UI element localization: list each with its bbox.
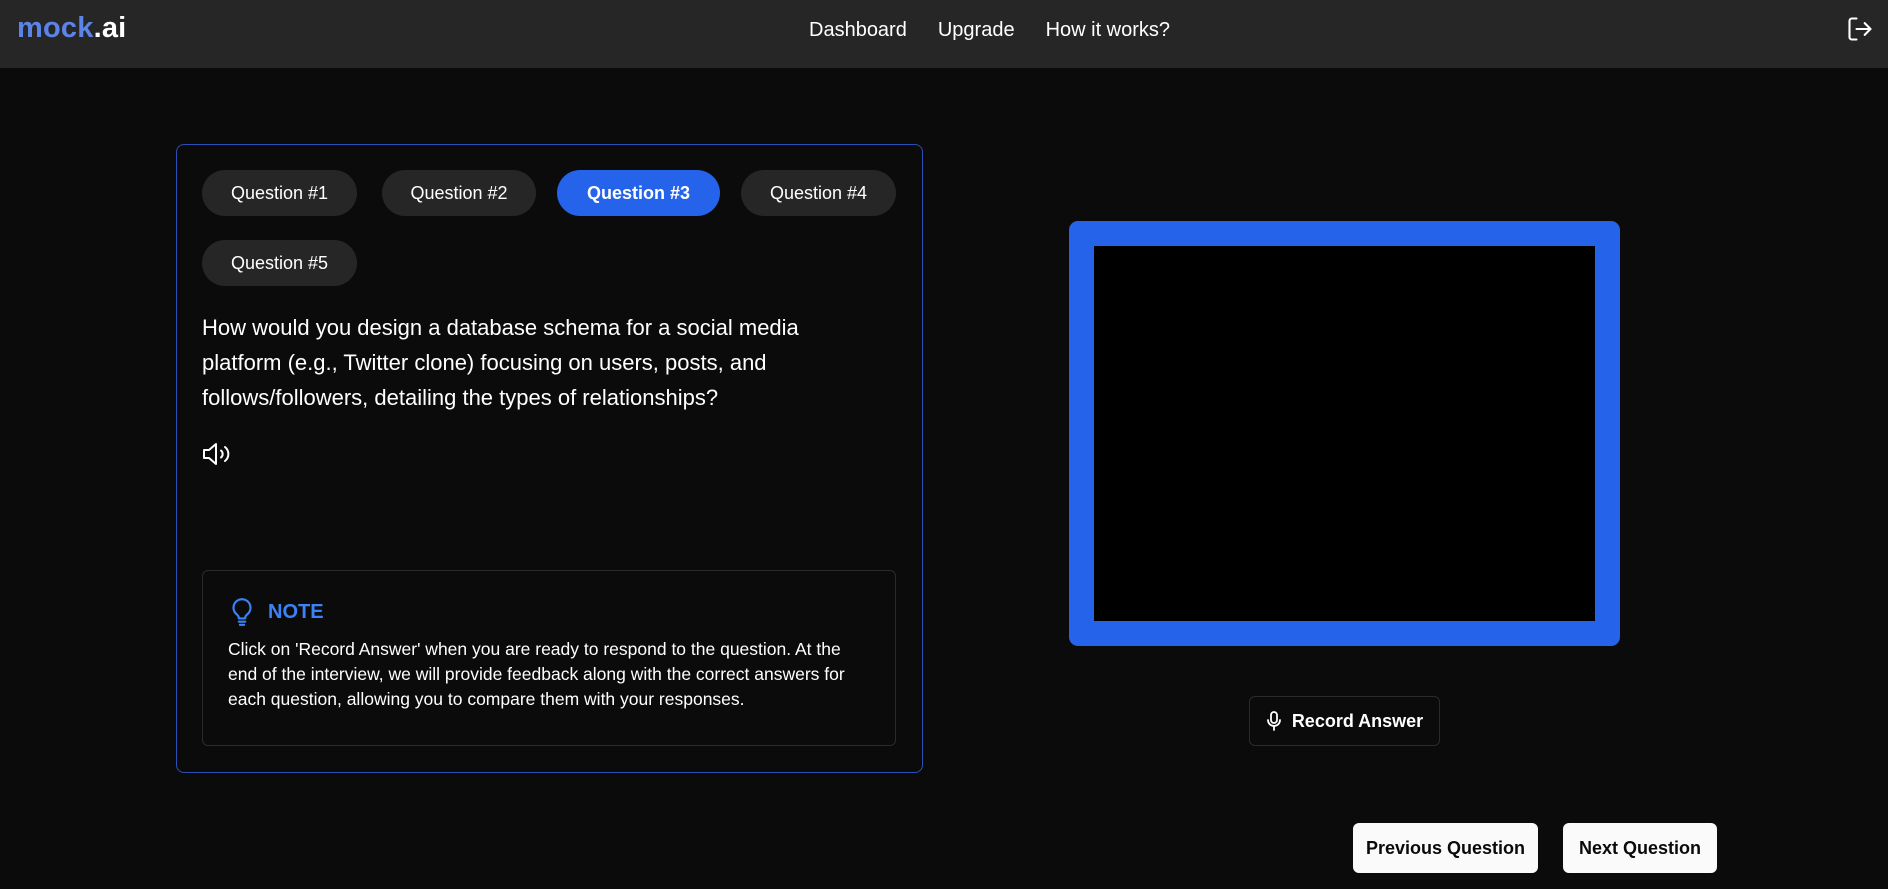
microphone-icon: [1266, 711, 1281, 731]
previous-question-button[interactable]: Previous Question: [1353, 823, 1538, 873]
note-title: NOTE: [268, 601, 324, 623]
lightbulb-icon: [232, 598, 252, 626]
webcam-video: [1094, 246, 1595, 621]
tab-question-2[interactable]: Question #2: [382, 170, 536, 216]
nav-upgrade[interactable]: Upgrade: [938, 19, 1015, 42]
nav-links: Dashboard Upgrade How it works?: [809, 19, 1170, 42]
webcam-frame: [1069, 221, 1620, 646]
question-text: How would you design a database schema f…: [202, 315, 799, 410]
note-box: NOTE Click on 'Record Answer' when you a…: [202, 570, 896, 746]
logo-brand: mock: [17, 12, 94, 44]
logout-icon[interactable]: [1846, 15, 1874, 43]
note-text: Click on 'Record Answer' when you are re…: [228, 639, 845, 709]
tab-question-4[interactable]: Question #4: [741, 170, 896, 216]
next-question-button[interactable]: Next Question: [1563, 823, 1717, 873]
record-answer-label: Record Answer: [1291, 710, 1424, 731]
nav-dashboard[interactable]: Dashboard: [809, 19, 907, 42]
logo-tld: .ai: [93, 12, 127, 44]
nav-how-it-works[interactable]: How it works?: [1046, 19, 1170, 42]
tab-question-1[interactable]: Question #1: [202, 170, 357, 216]
top-navbar: mock.ai Dashboard Upgrade How it works?: [0, 0, 1888, 68]
speaker-icon[interactable]: [202, 441, 232, 467]
record-answer-button[interactable]: Record Answer: [1249, 696, 1440, 746]
tab-question-3[interactable]: Question #3: [557, 170, 720, 216]
tab-question-5[interactable]: Question #5: [202, 240, 357, 286]
app-logo[interactable]: mock.ai: [17, 12, 126, 45]
